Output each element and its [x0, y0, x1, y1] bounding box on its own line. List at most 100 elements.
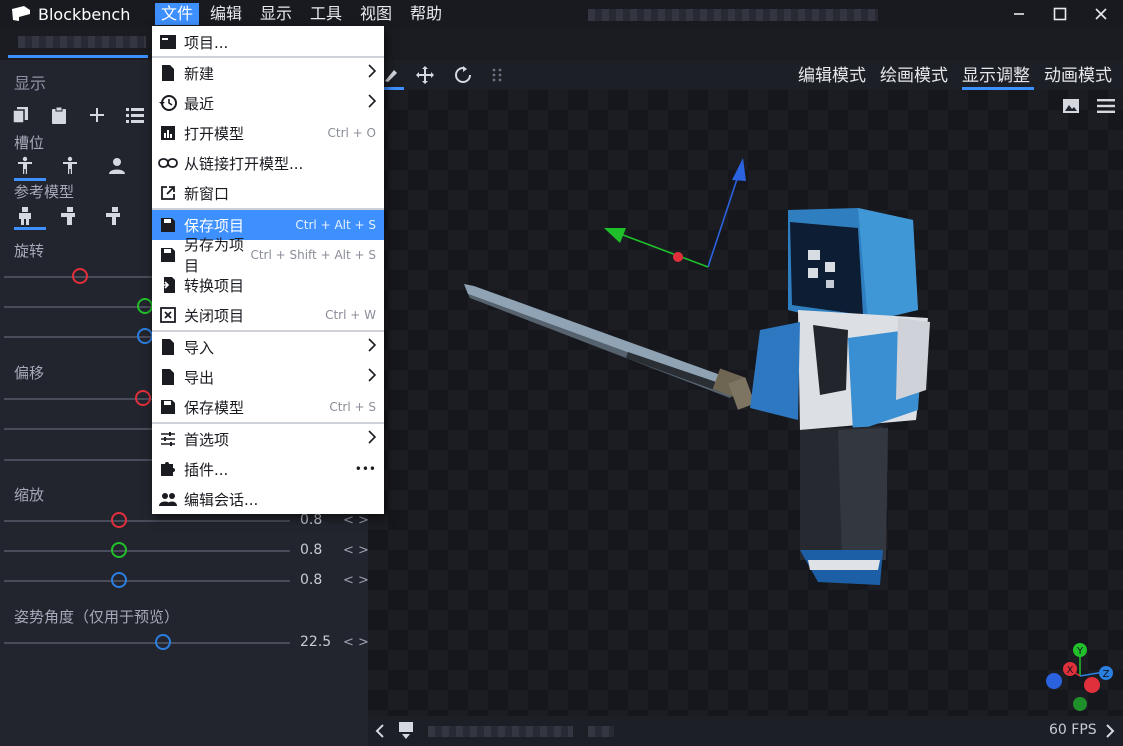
scale-x-slider[interactable] [4, 520, 290, 522]
reference-active-indicator [14, 227, 46, 230]
paste-button[interactable] [48, 104, 70, 126]
menu-item-new[interactable]: 新建 [152, 58, 384, 88]
minimize-button[interactable] [1006, 2, 1032, 26]
menu-tools[interactable]: 工具 [304, 3, 348, 25]
person-icon [109, 158, 125, 174]
fps-counter: 60 FPS [1049, 722, 1097, 738]
menu-edit[interactable]: 编辑 [204, 3, 248, 25]
scale-y-slider[interactable] [4, 550, 290, 552]
pose-angle-slider[interactable] [4, 642, 290, 644]
drag-handle-icon [492, 68, 502, 82]
scale-y-arrows-icon[interactable]: < > [343, 543, 369, 558]
slot-thirdperson-left-button[interactable] [59, 155, 81, 177]
axis-z-label: Z [1103, 669, 1110, 680]
people-icon [159, 493, 177, 506]
menu-item-import[interactable]: 导入 [152, 332, 384, 362]
menu-item-open-from-link[interactable]: 从链接打开模型... [152, 148, 384, 178]
status-text-redacted-2 [588, 726, 614, 737]
scale-y-knob[interactable] [111, 542, 127, 558]
menu-item-new-window[interactable]: 新窗口 [152, 178, 384, 208]
menu-help[interactable]: 帮助 [404, 3, 448, 25]
history-icon [159, 95, 177, 111]
menu-item-close-project[interactable]: 关闭项目 Ctrl + W [152, 300, 384, 330]
maximize-button[interactable] [1047, 2, 1073, 26]
project-tab-redacted[interactable] [18, 36, 146, 48]
close-window-button[interactable] [1088, 2, 1114, 26]
menu-file[interactable]: 文件 [155, 3, 200, 25]
menu-item-save-as-project[interactable]: 另存为项目 Ctrl + Shift + Alt + S [152, 236, 384, 275]
mode-display-tab[interactable]: 显示调整 [962, 64, 1030, 88]
list-icon [126, 108, 144, 123]
pose-angle-arrows-icon[interactable]: < > [343, 635, 369, 650]
minimize-icon [1014, 13, 1024, 15]
copy-button[interactable] [10, 104, 32, 126]
rotate-tool-button[interactable] [452, 64, 474, 86]
list-button[interactable] [124, 104, 146, 126]
pose-angle-label: 姿势角度（仅用于预览） [14, 608, 180, 626]
toolbar-drag-handle[interactable] [486, 64, 508, 86]
z-arrow-head-icon [732, 158, 746, 181]
pose-angle-value[interactable]: 22.5 [300, 634, 331, 650]
offset-x-slider[interactable] [4, 398, 152, 400]
axis-y-label: Y [1076, 646, 1084, 657]
project-icon [160, 35, 176, 49]
menu-view[interactable]: 视图 [354, 3, 398, 25]
menu-item-recent[interactable]: 最近 [152, 88, 384, 118]
offset-label: 偏移 [14, 364, 45, 382]
scene-render [464, 158, 930, 585]
scale-label: 缩放 [14, 486, 45, 504]
offset-z-slider[interactable] [4, 459, 152, 461]
rotation-y-slider[interactable] [4, 306, 152, 308]
mode-animate-tab[interactable]: 动画模式 [1044, 64, 1112, 88]
axis-orientation-widget[interactable]: Y X Z [1042, 640, 1118, 714]
menu-display[interactable]: 显示 [254, 3, 298, 25]
scale-x-arrows-icon[interactable]: < > [343, 513, 369, 528]
scale-z-value[interactable]: 0.8 [300, 572, 322, 588]
rotation-z-knob[interactable] [137, 328, 153, 344]
menu-item-preferences[interactable]: 首选项 [152, 424, 384, 454]
pose-angle-knob[interactable] [155, 634, 171, 650]
menu-item-export[interactable]: 导出 [152, 362, 384, 392]
scale-z-arrows-icon[interactable]: < > [343, 573, 369, 588]
open-in-new-icon [161, 186, 175, 200]
rotation-z-slider[interactable] [4, 336, 152, 338]
scale-x-knob[interactable] [111, 512, 127, 528]
menu-item-open-model[interactable]: 打开模型 Ctrl + O [152, 118, 384, 148]
rotation-x-knob[interactable] [72, 268, 88, 284]
status-text-redacted [428, 726, 573, 737]
menu-item-plugins[interactable]: 插件... ••• [152, 454, 384, 484]
scale-x-value[interactable]: 0.8 [300, 512, 322, 528]
zombie-model-icon [61, 207, 75, 225]
scale-z-slider[interactable] [4, 580, 290, 582]
status-prev-button[interactable] [372, 721, 388, 741]
move-tool-button[interactable] [414, 64, 436, 86]
menu-item-edit-session[interactable]: 编辑会话... [152, 484, 384, 514]
file-icon [162, 369, 174, 385]
slot-thirdperson-right-button[interactable] [14, 155, 36, 177]
menu-item-project[interactable]: 项目... [152, 27, 384, 57]
status-download-icon[interactable] [396, 720, 416, 744]
scale-y-value[interactable]: 0.8 [300, 542, 322, 558]
menu-item-save-model[interactable]: 保存模型 Ctrl + S [152, 392, 384, 422]
menu-item-convert-project[interactable]: 转换项目 [152, 270, 384, 300]
add-button[interactable] [86, 104, 108, 126]
chevron-right-icon [1106, 724, 1115, 738]
chart-icon [161, 126, 175, 140]
reference-zombie-button[interactable] [58, 205, 80, 227]
status-next-button[interactable] [1102, 721, 1118, 741]
panel-title: 显示 [14, 74, 47, 93]
puzzle-icon [161, 462, 175, 476]
rotate-icon [455, 66, 471, 83]
reference-armor-stand-button[interactable] [102, 205, 124, 227]
slot-label: 槽位 [14, 134, 45, 152]
mode-paint-tab[interactable]: 绘画模式 [880, 64, 948, 88]
offset-x-knob[interactable] [135, 390, 151, 406]
slot-head-button[interactable] [106, 155, 128, 177]
offset-y-slider[interactable] [4, 428, 152, 430]
transform-gizmo[interactable] [604, 158, 746, 268]
reference-player-button[interactable] [14, 205, 36, 227]
chevron-right-icon [368, 94, 377, 108]
scale-z-knob[interactable] [111, 572, 127, 588]
mode-edit-tab[interactable]: 编辑模式 [798, 64, 866, 88]
rotation-y-knob[interactable] [137, 298, 153, 314]
